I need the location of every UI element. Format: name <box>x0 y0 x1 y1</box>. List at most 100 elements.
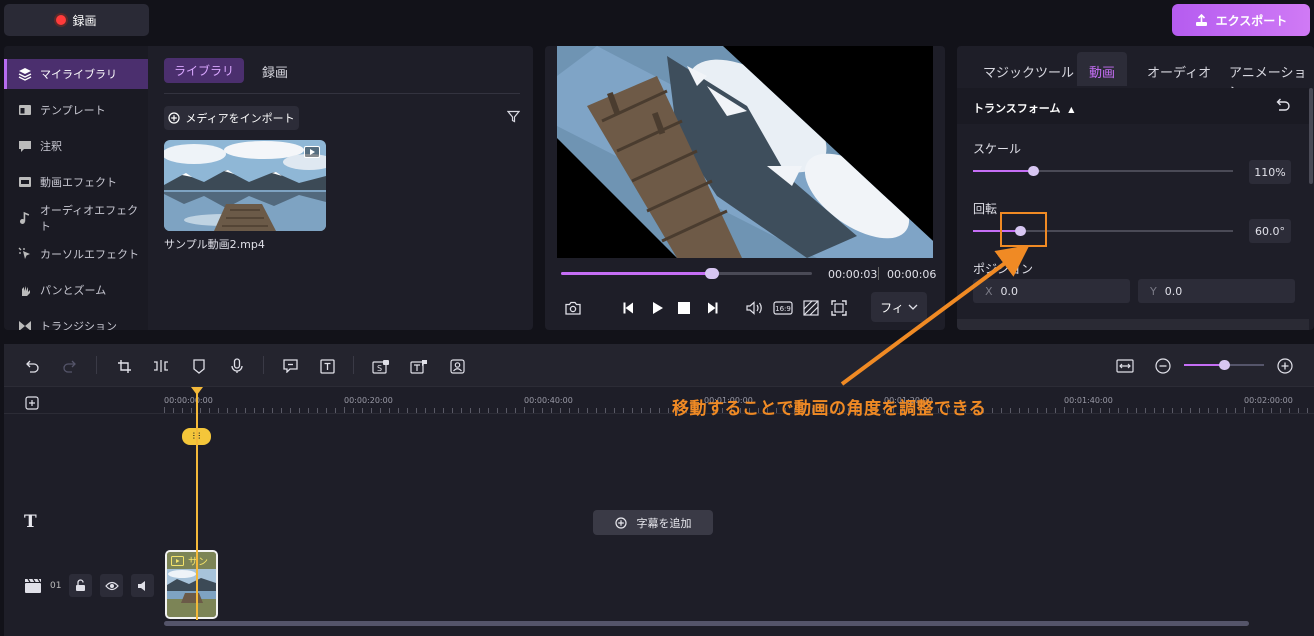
marker-icon[interactable] <box>189 356 209 376</box>
sidebar-item-audio-effects[interactable]: オーディオエフェクト <box>4 203 148 233</box>
toolbar-separator <box>353 356 354 374</box>
undo-icon[interactable] <box>22 356 42 376</box>
timeline-ruler[interactable]: 00:00:00:00 00:00:20:00 00:00:40:00 00:0… <box>4 388 1314 414</box>
tab-audio[interactable]: オーディオ <box>1147 62 1211 81</box>
auto-subtitle-icon[interactable]: S <box>371 356 391 376</box>
ruler-label: 00:00:00:00 <box>164 396 213 405</box>
redo-icon[interactable] <box>60 356 80 376</box>
ruler-tick <box>1307 408 1308 413</box>
ruler-tick <box>389 408 390 413</box>
toolbar-separator <box>96 356 97 374</box>
sidebar-item-video-effects[interactable]: 動画エフェクト <box>4 167 148 197</box>
tab-library[interactable]: ライブラリ <box>164 58 245 83</box>
import-media-button[interactable]: メディアをインポート <box>164 106 299 130</box>
stop-icon[interactable] <box>674 298 694 318</box>
scale-slider-handle[interactable] <box>1027 166 1039 176</box>
zoom-out-icon[interactable] <box>1153 356 1173 376</box>
sidebar-item-templates[interactable]: テンプレート <box>4 95 148 125</box>
filter-icon[interactable] <box>507 110 520 123</box>
inspector-panel: マジックツール 動画 オーディオ アニメーション トランスフォーム ▲ スケール… <box>957 46 1314 330</box>
ruler-tick <box>434 408 435 413</box>
fullscreen-icon[interactable] <box>829 298 849 318</box>
scale-value[interactable]: 110% <box>1249 160 1291 184</box>
ruler-tick <box>1145 408 1146 413</box>
tab-recordings[interactable]: 録画 <box>262 62 288 81</box>
ruler-tick <box>425 408 426 413</box>
ruler-label: 00:01:40:00 <box>1064 396 1113 405</box>
timeline-scrollbar[interactable] <box>164 621 1249 626</box>
ruler-tick <box>623 408 624 413</box>
rotation-value[interactable]: 60.0° <box>1249 219 1291 243</box>
export-label: エクスポート <box>1215 13 1288 28</box>
comment-icon <box>19 141 31 152</box>
speech-bubble-icon[interactable] <box>280 356 300 376</box>
ruler-tick <box>1109 408 1110 413</box>
snapshot-icon[interactable] <box>563 298 583 318</box>
record-label: 録画 <box>72 13 97 28</box>
video-track-controls: 01 <box>24 574 155 597</box>
record-dot-icon <box>56 15 67 25</box>
sidebar-item-transitions[interactable]: トランジション <box>4 311 148 330</box>
next-frame-icon[interactable] <box>702 298 722 318</box>
prev-frame-icon[interactable] <box>619 298 639 318</box>
ruler-tick <box>380 408 381 413</box>
play-icon[interactable] <box>647 298 667 318</box>
add-caption-button[interactable]: 字幕を追加 <box>593 510 713 535</box>
volume-icon[interactable] <box>745 298 765 318</box>
ruler-tick <box>992 408 993 413</box>
tab-magic-tools[interactable]: マジックツール <box>983 62 1074 81</box>
split-icon[interactable] <box>151 356 171 376</box>
sidebar-item-cursor-effects[interactable]: カーソルエフェクト <box>4 239 148 269</box>
aspect-ratio-icon[interactable]: 16:9 <box>773 298 793 318</box>
avatar-frame-icon[interactable] <box>447 356 467 376</box>
zoom-slider-handle[interactable] <box>1218 360 1230 370</box>
media-thumbnail[interactable] <box>164 140 326 231</box>
track-visibility-button[interactable] <box>100 574 124 597</box>
ruler-tick <box>407 408 408 413</box>
ruler-tick <box>164 407 165 413</box>
ruler-tick <box>1208 408 1209 413</box>
ruler-tick <box>182 408 183 413</box>
ruler-tick <box>1046 408 1047 413</box>
track-lock-button[interactable] <box>69 574 93 597</box>
transparency-icon[interactable] <box>801 298 821 318</box>
inspector-scrollbar[interactable] <box>1309 88 1313 184</box>
position-y-field[interactable]: Y 0.0 <box>1138 279 1295 303</box>
playhead[interactable] <box>196 388 198 620</box>
text-box-icon[interactable] <box>317 356 337 376</box>
position-x-field[interactable]: X 0.0 <box>973 279 1130 303</box>
video-clip[interactable]: サン <box>165 550 218 619</box>
sidebar-item-pan-zoom[interactable]: パンとズーム <box>4 275 148 305</box>
crop-icon[interactable] <box>114 356 134 376</box>
playback-scrubber[interactable] <box>705 268 719 279</box>
ruler-tick <box>560 408 561 413</box>
fit-dropdown[interactable]: フィ <box>871 292 927 322</box>
zoom-slider[interactable] <box>1184 360 1264 370</box>
current-time: 00:00:03 <box>828 268 878 281</box>
sidebar-item-annotations[interactable]: 注釈 <box>4 131 148 161</box>
track-mute-button[interactable] <box>131 574 155 597</box>
ruler-tick <box>362 408 363 413</box>
ruler-label: 00:00:20:00 <box>344 396 393 405</box>
position-y-value: 0.0 <box>1164 284 1183 298</box>
add-track-icon[interactable] <box>25 396 39 410</box>
ruler-tick <box>227 408 228 413</box>
ruler-tick <box>1127 408 1128 413</box>
fit-timeline-icon[interactable] <box>1115 356 1135 376</box>
export-button[interactable]: エクスポート <box>1172 4 1310 36</box>
tab-video[interactable]: 動画 <box>1089 62 1115 81</box>
ruler-tick <box>344 407 345 413</box>
ruler-tick <box>1253 408 1254 413</box>
ruler-tick <box>353 408 354 413</box>
sidebar-item-my-library[interactable]: マイライブラリ <box>4 59 148 89</box>
record-button[interactable]: 録画 <box>4 4 149 36</box>
playback-progress-bar[interactable] <box>561 268 812 279</box>
scale-slider[interactable] <box>973 166 1233 176</box>
microphone-icon[interactable] <box>227 356 247 376</box>
zoom-in-icon[interactable] <box>1275 356 1295 376</box>
reset-icon[interactable] <box>1275 98 1290 111</box>
ruler-tick <box>1037 408 1038 413</box>
ruler-tick <box>1091 408 1092 413</box>
text-to-speech-icon[interactable] <box>409 356 429 376</box>
video-canvas[interactable] <box>557 46 933 258</box>
